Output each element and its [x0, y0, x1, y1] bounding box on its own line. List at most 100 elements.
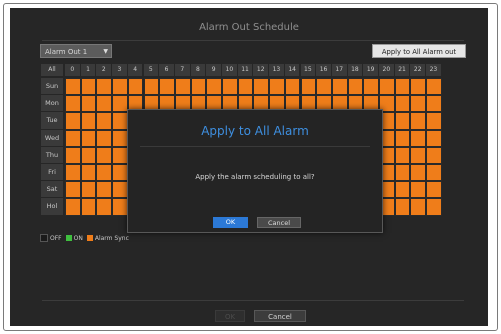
schedule-cell[interactable] [80, 146, 97, 164]
hour-header[interactable]: 0 [65, 64, 80, 76]
schedule-cell[interactable] [127, 78, 144, 96]
schedule-cell[interactable] [394, 95, 411, 113]
schedule-cell[interactable] [80, 112, 97, 130]
schedule-cell[interactable] [410, 164, 427, 182]
schedule-cell[interactable] [237, 78, 254, 96]
schedule-cell[interactable] [394, 181, 411, 199]
schedule-cell[interactable] [426, 146, 442, 164]
schedule-cell[interactable] [410, 95, 427, 113]
schedule-cell[interactable] [112, 198, 128, 216]
schedule-cell[interactable] [65, 146, 81, 164]
schedule-cell[interactable] [159, 78, 175, 96]
cancel-button[interactable]: Cancel [254, 310, 306, 322]
schedule-cell[interactable] [96, 95, 113, 113]
schedule-cell[interactable] [80, 78, 97, 96]
schedule-cell[interactable] [331, 78, 348, 96]
hour-header[interactable]: 3 [112, 64, 127, 76]
schedule-cell[interactable] [316, 78, 332, 96]
schedule-cell[interactable] [426, 112, 442, 130]
schedule-cell[interactable] [112, 78, 128, 96]
schedule-cell[interactable] [65, 78, 81, 96]
schedule-cell[interactable] [112, 146, 128, 164]
hour-header[interactable]: 13 [269, 64, 284, 76]
hour-header[interactable]: 6 [159, 64, 174, 76]
schedule-cell[interactable] [112, 129, 128, 147]
day-row-label[interactable]: Wed [41, 129, 63, 146]
schedule-cell[interactable] [96, 181, 113, 199]
hour-header[interactable]: 19 [363, 64, 378, 76]
schedule-cell[interactable] [394, 198, 411, 216]
schedule-cell[interactable] [96, 198, 113, 216]
hour-header[interactable]: 20 [379, 64, 394, 76]
apply-to-all-button[interactable]: Apply to All Alarm out [372, 44, 466, 58]
day-row-label[interactable]: Hol [41, 198, 63, 215]
hour-header[interactable]: 7 [174, 64, 190, 76]
schedule-cell[interactable] [426, 164, 442, 182]
hour-header[interactable]: 16 [316, 64, 331, 76]
hour-header[interactable]: 15 [300, 64, 316, 76]
day-row-label[interactable]: Mon [41, 95, 63, 112]
schedule-cell[interactable] [394, 78, 411, 96]
schedule-cell[interactable] [410, 146, 427, 164]
hour-header[interactable]: 9 [206, 64, 221, 76]
day-row-label[interactable]: Sat [41, 181, 63, 198]
ok-button[interactable]: OK [215, 310, 245, 322]
day-row-label[interactable]: Tue [41, 112, 63, 129]
schedule-cell[interactable] [80, 198, 97, 216]
hour-header[interactable]: 14 [284, 64, 300, 76]
day-row-label[interactable]: Fri [41, 164, 63, 181]
schedule-cell[interactable] [222, 78, 238, 96]
schedule-cell[interactable] [143, 78, 160, 96]
schedule-cell[interactable] [80, 95, 97, 113]
hour-header[interactable]: 22 [410, 64, 426, 76]
schedule-cell[interactable] [206, 78, 222, 96]
dialog-cancel-button[interactable]: Cancel [257, 217, 301, 228]
schedule-cell[interactable] [410, 181, 427, 199]
schedule-cell[interactable] [379, 78, 395, 96]
schedule-cell[interactable] [112, 164, 128, 182]
schedule-cell[interactable] [80, 129, 97, 147]
schedule-cell[interactable] [112, 112, 128, 130]
schedule-cell[interactable] [347, 78, 364, 96]
hour-header[interactable]: 5 [143, 64, 159, 76]
schedule-cell[interactable] [65, 129, 81, 147]
schedule-cell[interactable] [363, 78, 379, 96]
hour-header[interactable]: 2 [96, 64, 112, 76]
day-row-label[interactable]: Sun [41, 78, 63, 95]
schedule-cell[interactable] [80, 181, 97, 199]
schedule-cell[interactable] [269, 78, 285, 96]
schedule-cell[interactable] [284, 78, 301, 96]
schedule-cell[interactable] [96, 78, 113, 96]
schedule-cell[interactable] [96, 164, 113, 182]
schedule-cell[interactable] [426, 78, 442, 96]
select-all-cell[interactable]: All [41, 64, 63, 76]
schedule-cell[interactable] [112, 95, 128, 113]
schedule-cell[interactable] [65, 95, 81, 113]
schedule-cell[interactable] [96, 146, 113, 164]
hour-header[interactable]: 17 [331, 64, 347, 76]
schedule-cell[interactable] [394, 164, 411, 182]
schedule-cell[interactable] [394, 129, 411, 147]
hour-header[interactable]: 1 [80, 64, 96, 76]
schedule-cell[interactable] [80, 164, 97, 182]
schedule-cell[interactable] [253, 78, 270, 96]
schedule-cell[interactable] [300, 78, 317, 96]
schedule-cell[interactable] [394, 112, 411, 130]
schedule-cell[interactable] [426, 181, 442, 199]
schedule-cell[interactable] [410, 112, 427, 130]
hour-header[interactable]: 18 [347, 64, 363, 76]
schedule-cell[interactable] [96, 129, 113, 147]
dialog-ok-button[interactable]: OK [213, 217, 248, 228]
alarm-out-dropdown[interactable]: Alarm Out 1 ▼ [40, 44, 112, 58]
schedule-cell[interactable] [410, 198, 427, 216]
schedule-cell[interactable] [65, 181, 81, 199]
schedule-cell[interactable] [96, 112, 113, 130]
hour-header[interactable]: 8 [190, 64, 206, 76]
schedule-cell[interactable] [174, 78, 191, 96]
schedule-cell[interactable] [410, 129, 427, 147]
day-row-label[interactable]: Thu [41, 146, 63, 163]
hour-header[interactable]: 21 [394, 64, 410, 76]
hour-header[interactable]: 12 [253, 64, 269, 76]
schedule-cell[interactable] [65, 198, 81, 216]
hour-header[interactable]: 10 [222, 64, 237, 76]
